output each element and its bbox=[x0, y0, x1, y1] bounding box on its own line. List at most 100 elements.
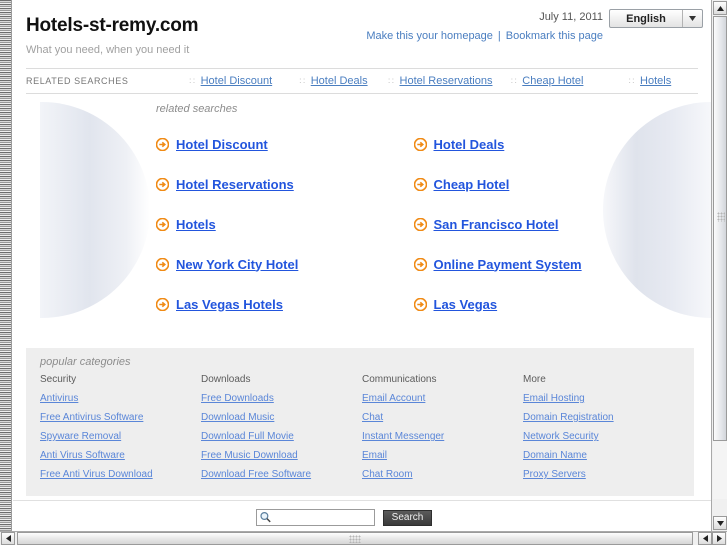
dot-separator-icon: ∷ bbox=[388, 76, 394, 86]
related-strip-link-0[interactable]: Hotel Discount bbox=[201, 75, 273, 87]
category-link[interactable]: Email Hosting bbox=[523, 393, 684, 404]
category-link[interactable]: Spyware Removal bbox=[40, 431, 201, 442]
category-link[interactable]: Free Anti Virus Download bbox=[40, 469, 201, 480]
arrow-circle-icon bbox=[413, 257, 427, 271]
vertical-scrollbar[interactable] bbox=[711, 0, 727, 531]
arrow-circle-icon bbox=[413, 137, 427, 151]
related-strip-link-3[interactable]: Cheap Hotel bbox=[522, 75, 583, 87]
header-link-separator: | bbox=[497, 30, 501, 42]
arrow-circle-icon bbox=[155, 257, 170, 271]
popular-categories-panel: popular categories Security Antivirus Fr… bbox=[26, 348, 694, 496]
related-strip-item: ∷ Cheap Hotel bbox=[492, 75, 595, 87]
list-item: Cheap Hotel bbox=[413, 164, 672, 204]
popular-categories-columns: Security Antivirus Free Antivirus Softwa… bbox=[40, 374, 684, 488]
scroll-up-button[interactable] bbox=[713, 1, 727, 15]
related-link-left-3[interactable]: New York City Hotel bbox=[176, 257, 298, 272]
category-link[interactable]: Antivirus bbox=[40, 393, 201, 404]
search-footer: Search bbox=[13, 500, 711, 531]
related-strip-item: ∷ Hotels bbox=[595, 75, 698, 87]
list-item: Hotel Deals bbox=[413, 124, 672, 164]
related-link-right-2[interactable]: San Francisco Hotel bbox=[434, 217, 559, 232]
category-column-communications: Communications Email Account Chat Instan… bbox=[362, 374, 523, 488]
related-searches-left-column: Hotel Discount Hotel Reservations Hotels bbox=[155, 124, 414, 324]
related-link-right-1[interactable]: Cheap Hotel bbox=[434, 177, 510, 192]
category-link[interactable]: Download Music bbox=[201, 412, 362, 423]
dot-separator-icon: ∷ bbox=[510, 76, 517, 86]
category-link[interactable]: Instant Messenger bbox=[362, 431, 523, 442]
dot-separator-icon: ∷ bbox=[299, 76, 305, 86]
dot-separator-icon: ∷ bbox=[628, 76, 635, 86]
arrow-circle-icon bbox=[413, 297, 427, 311]
make-homepage-link[interactable]: Make this your homepage bbox=[366, 30, 493, 42]
list-item: Las Vegas bbox=[413, 284, 672, 324]
site-title: Hotels-st-remy.com bbox=[26, 15, 199, 36]
language-select-value: English bbox=[626, 12, 666, 25]
related-link-right-0[interactable]: Hotel Deals bbox=[434, 137, 505, 152]
category-link[interactable]: Network Security bbox=[523, 431, 684, 442]
bookmark-page-link[interactable]: Bookmark this page bbox=[506, 30, 603, 42]
arrow-circle-icon bbox=[155, 297, 170, 311]
related-searches-main: related searches Hotel Discount Hotel Re… bbox=[13, 94, 711, 344]
page-surface: Hotels-st-remy.com What you need, when y… bbox=[13, 0, 711, 531]
related-strip-link-2[interactable]: Hotel Reservations bbox=[400, 75, 493, 87]
category-column-security: Security Antivirus Free Antivirus Softwa… bbox=[40, 374, 201, 488]
related-strip-item: ∷ Hotel Discount bbox=[176, 75, 279, 87]
related-searches-right-column: Hotel Deals Cheap Hotel San Francisco Ho… bbox=[413, 124, 672, 324]
language-select[interactable]: English bbox=[609, 9, 703, 28]
popular-categories-heading: popular categories bbox=[40, 356, 131, 368]
category-link[interactable]: Domain Registration bbox=[523, 412, 684, 423]
scroll-thumb-grip bbox=[349, 535, 361, 543]
horizontal-scroll-buttons bbox=[698, 532, 726, 545]
search-form: Search bbox=[256, 509, 432, 526]
related-searches-heading: related searches bbox=[156, 103, 238, 115]
arrow-circle-icon bbox=[155, 137, 170, 151]
category-link[interactable]: Domain Name bbox=[523, 450, 684, 461]
related-link-left-2[interactable]: Hotels bbox=[176, 217, 216, 232]
left-hatched-gutter bbox=[0, 0, 12, 531]
list-item: Las Vegas Hotels bbox=[155, 284, 414, 324]
related-strip-link-1[interactable]: Hotel Deals bbox=[311, 75, 368, 87]
category-title: Security bbox=[40, 374, 77, 385]
related-link-right-3[interactable]: Online Payment System bbox=[434, 257, 582, 272]
related-strip-link-4[interactable]: Hotels bbox=[640, 75, 671, 87]
related-link-right-4[interactable]: Las Vegas bbox=[434, 297, 498, 312]
category-link[interactable]: Email Account bbox=[362, 393, 523, 404]
search-input-container[interactable] bbox=[256, 509, 375, 526]
category-link[interactable]: Download Free Software bbox=[201, 469, 362, 480]
search-input[interactable] bbox=[272, 512, 370, 523]
horizontal-scroll-track[interactable] bbox=[17, 532, 693, 545]
scroll-down-button[interactable] bbox=[713, 516, 727, 530]
scroll-thumb-grip bbox=[717, 211, 725, 222]
list-item: New York City Hotel bbox=[155, 244, 414, 284]
category-link[interactable]: Chat Room bbox=[362, 469, 523, 480]
browser-viewport: Hotels-st-remy.com What you need, when y… bbox=[0, 0, 727, 545]
scroll-left-button[interactable] bbox=[1, 532, 15, 545]
horizontal-scrollbar[interactable] bbox=[0, 531, 727, 545]
chevron-down-icon[interactable] bbox=[682, 10, 702, 27]
current-date: July 11, 2011 bbox=[539, 11, 603, 23]
category-link[interactable]: Chat bbox=[362, 412, 523, 423]
category-link[interactable]: Download Full Movie bbox=[201, 431, 362, 442]
horizontal-scroll-thumb[interactable] bbox=[17, 532, 693, 545]
related-strip-item: ∷ Hotel Reservations bbox=[382, 75, 493, 87]
category-link[interactable]: Proxy Servers bbox=[523, 469, 684, 480]
category-link[interactable]: Free Downloads bbox=[201, 393, 362, 404]
category-link[interactable]: Anti Virus Software bbox=[40, 450, 201, 461]
search-button[interactable]: Search bbox=[383, 509, 432, 526]
scroll-left-button-secondary[interactable] bbox=[698, 532, 712, 545]
list-item: Hotel Discount bbox=[155, 124, 414, 164]
related-link-left-0[interactable]: Hotel Discount bbox=[176, 137, 268, 152]
scroll-right-button[interactable] bbox=[712, 532, 726, 545]
category-column-more: More Email Hosting Domain Registration N… bbox=[523, 374, 684, 488]
list-item: Online Payment System bbox=[413, 244, 672, 284]
arrow-circle-icon bbox=[413, 217, 427, 231]
category-link[interactable]: Email bbox=[362, 450, 523, 461]
list-item: San Francisco Hotel bbox=[413, 204, 672, 244]
vertical-scroll-thumb[interactable] bbox=[713, 16, 727, 442]
category-link[interactable]: Free Music Download bbox=[201, 450, 362, 461]
vertical-scroll-track[interactable] bbox=[713, 16, 727, 499]
category-link[interactable]: Free Antivirus Software bbox=[40, 412, 201, 423]
category-title: Communications bbox=[362, 374, 437, 385]
related-link-left-4[interactable]: Las Vegas Hotels bbox=[176, 297, 283, 312]
related-link-left-1[interactable]: Hotel Reservations bbox=[176, 177, 294, 192]
